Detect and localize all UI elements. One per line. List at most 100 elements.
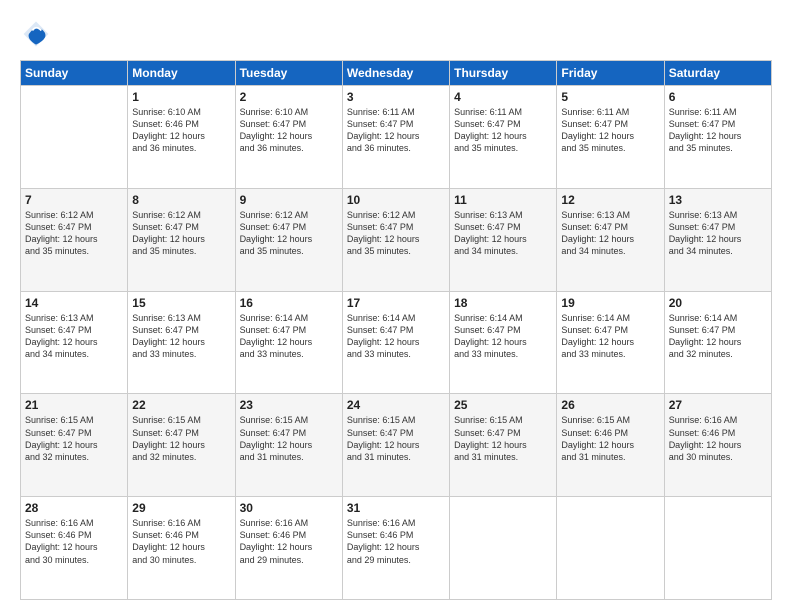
weekday-header-wednesday: Wednesday [342, 61, 449, 86]
week-row-3: 14 Sunrise: 6:13 AM Sunset: 6:47 PM Dayli… [21, 291, 772, 394]
calendar-cell: 4 Sunrise: 6:11 AM Sunset: 6:47 PM Daylig… [450, 86, 557, 189]
cell-info: Sunrise: 6:16 AM Sunset: 6:46 PM Dayligh… [669, 414, 767, 463]
weekday-header-friday: Friday [557, 61, 664, 86]
cell-info: Sunrise: 6:11 AM Sunset: 6:47 PM Dayligh… [561, 106, 659, 155]
day-number: 16 [240, 296, 338, 310]
calendar-cell: 22 Sunrise: 6:15 AM Sunset: 6:47 PM Dayli… [128, 394, 235, 497]
day-number: 6 [669, 90, 767, 104]
day-number: 14 [25, 296, 123, 310]
cell-info: Sunrise: 6:14 AM Sunset: 6:47 PM Dayligh… [347, 312, 445, 361]
calendar-cell: 23 Sunrise: 6:15 AM Sunset: 6:47 PM Dayli… [235, 394, 342, 497]
calendar-cell: 16Sunrise: 6:14 AM Sunset: 6:47 PM Dayli… [235, 291, 342, 394]
calendar-cell: 1Sunrise: 6:10 AM Sunset: 6:46 PM Daylig… [128, 86, 235, 189]
calendar-cell: 21Sunrise: 6:15 AM Sunset: 6:47 PM Dayli… [21, 394, 128, 497]
calendar-cell: 26 Sunrise: 6:15 AM Sunset: 6:46 PM Dayli… [557, 394, 664, 497]
calendar-cell: 10 Sunrise: 6:12 AM Sunset: 6:47 PM Dayli… [342, 188, 449, 291]
day-number: 22 [132, 398, 230, 412]
calendar-cell: 25Sunrise: 6:15 AM Sunset: 6:47 PM Dayli… [450, 394, 557, 497]
cell-info: Sunrise: 6:15 AM Sunset: 6:46 PM Dayligh… [561, 414, 659, 463]
week-row-4: 21 Sunrise: 6:15 AM Sunset: 6:47 PM Dayli… [21, 394, 772, 497]
calendar-cell [21, 86, 128, 189]
day-number: 21 [25, 398, 123, 412]
page-header [20, 18, 772, 50]
day-number: 12 [561, 193, 659, 207]
day-number: 10 [347, 193, 445, 207]
calendar-page: SundayMondayTuesdayWednesdayThursdayFrid… [0, 0, 792, 612]
weekday-header-tuesday: Tuesday [235, 61, 342, 86]
calendar-cell: 6 Sunrise: 6:11 AM Sunset: 6:47 PM Daylig… [664, 86, 771, 189]
day-number: 13 [669, 193, 767, 207]
calendar-cell: 28 Sunrise: 6:16 AM Sunset: 6:46 PM Dayli… [21, 497, 128, 600]
calendar-cell: 17 Sunrise: 6:14 AM Sunset: 6:47 PM Dayli… [342, 291, 449, 394]
day-number: 27 [669, 398, 767, 412]
logo [20, 18, 56, 50]
calendar-cell: 18Sunrise: 6:14 AM Sunset: 6:47 PM Dayli… [450, 291, 557, 394]
day-number: 9 [240, 193, 338, 207]
calendar-cell: 2 Sunrise: 6:10 AM Sunset: 6:47 PM Daylig… [235, 86, 342, 189]
calendar-cell [450, 497, 557, 600]
cell-info: Sunrise: 6:13 AM Sunset: 6:47 PM Dayligh… [132, 312, 230, 361]
day-number: 8 [132, 193, 230, 207]
day-number: 17 [347, 296, 445, 310]
calendar-cell: 11Sunrise: 6:13 AM Sunset: 6:47 PM Dayli… [450, 188, 557, 291]
logo-icon [20, 18, 52, 50]
day-number: 28 [25, 501, 123, 515]
calendar-cell [557, 497, 664, 600]
cell-info: Sunrise: 6:11 AM Sunset: 6:47 PM Dayligh… [454, 106, 552, 155]
cell-info: Sunrise: 6:12 AM Sunset: 6:47 PM Dayligh… [25, 209, 123, 258]
week-row-2: 7 Sunrise: 6:12 AM Sunset: 6:47 PM Daylig… [21, 188, 772, 291]
cell-info: Sunrise: 6:12 AM Sunset: 6:47 PM Dayligh… [347, 209, 445, 258]
day-number: 5 [561, 90, 659, 104]
cell-info: Sunrise: 6:15 AM Sunset: 6:47 PM Dayligh… [240, 414, 338, 463]
day-number: 18 [454, 296, 552, 310]
calendar-cell: 19Sunrise: 6:14 AM Sunset: 6:47 PM Dayli… [557, 291, 664, 394]
calendar-cell: 14 Sunrise: 6:13 AM Sunset: 6:47 PM Dayli… [21, 291, 128, 394]
calendar-cell: 15 Sunrise: 6:13 AM Sunset: 6:47 PM Dayli… [128, 291, 235, 394]
calendar-table: SundayMondayTuesdayWednesdayThursdayFrid… [20, 60, 772, 600]
cell-info: Sunrise: 6:13 AM Sunset: 6:47 PM Dayligh… [561, 209, 659, 258]
weekday-header-row: SundayMondayTuesdayWednesdayThursdayFrid… [21, 61, 772, 86]
cell-info: Sunrise: 6:11 AM Sunset: 6:47 PM Dayligh… [669, 106, 767, 155]
cell-info: Sunrise: 6:12 AM Sunset: 6:47 PM Dayligh… [132, 209, 230, 258]
day-number: 25 [454, 398, 552, 412]
weekday-header-monday: Monday [128, 61, 235, 86]
calendar-cell: 27 Sunrise: 6:16 AM Sunset: 6:46 PM Dayli… [664, 394, 771, 497]
calendar-cell: 8 Sunrise: 6:12 AM Sunset: 6:47 PM Daylig… [128, 188, 235, 291]
weekday-header-saturday: Saturday [664, 61, 771, 86]
weekday-header-sunday: Sunday [21, 61, 128, 86]
cell-info: Sunrise: 6:16 AM Sunset: 6:46 PM Dayligh… [132, 517, 230, 566]
cell-info: Sunrise: 6:13 AM Sunset: 6:47 PM Dayligh… [669, 209, 767, 258]
week-row-5: 28 Sunrise: 6:16 AM Sunset: 6:46 PM Dayli… [21, 497, 772, 600]
calendar-cell: 9 Sunrise: 6:12 AM Sunset: 6:47 PM Daylig… [235, 188, 342, 291]
calendar-cell: 5 Sunrise: 6:11 AM Sunset: 6:47 PM Daylig… [557, 86, 664, 189]
cell-info: Sunrise: 6:11 AM Sunset: 6:47 PM Dayligh… [347, 106, 445, 155]
day-number: 19 [561, 296, 659, 310]
cell-info: Sunrise: 6:12 AM Sunset: 6:47 PM Dayligh… [240, 209, 338, 258]
day-number: 26 [561, 398, 659, 412]
day-number: 7 [25, 193, 123, 207]
day-number: 23 [240, 398, 338, 412]
day-number: 29 [132, 501, 230, 515]
cell-info: Sunrise: 6:14 AM Sunset: 6:47 PM Dayligh… [669, 312, 767, 361]
calendar-cell: 13 Sunrise: 6:13 AM Sunset: 6:47 PM Dayli… [664, 188, 771, 291]
cell-info: Sunrise: 6:13 AM Sunset: 6:47 PM Dayligh… [454, 209, 552, 258]
cell-info: Sunrise: 6:16 AM Sunset: 6:46 PM Dayligh… [347, 517, 445, 566]
day-number: 15 [132, 296, 230, 310]
calendar-cell: 29 Sunrise: 6:16 AM Sunset: 6:46 PM Dayli… [128, 497, 235, 600]
day-number: 4 [454, 90, 552, 104]
week-row-1: 1Sunrise: 6:10 AM Sunset: 6:46 PM Daylig… [21, 86, 772, 189]
day-number: 3 [347, 90, 445, 104]
calendar-cell [664, 497, 771, 600]
day-number: 24 [347, 398, 445, 412]
calendar-cell: 31 Sunrise: 6:16 AM Sunset: 6:46 PM Dayli… [342, 497, 449, 600]
calendar-cell: 24Sunrise: 6:15 AM Sunset: 6:47 PM Dayli… [342, 394, 449, 497]
day-number: 30 [240, 501, 338, 515]
cell-info: Sunrise: 6:13 AM Sunset: 6:47 PM Dayligh… [25, 312, 123, 361]
cell-info: Sunrise: 6:15 AM Sunset: 6:47 PM Dayligh… [132, 414, 230, 463]
calendar-cell: 3 Sunrise: 6:11 AM Sunset: 6:47 PM Daylig… [342, 86, 449, 189]
cell-info: Sunrise: 6:10 AM Sunset: 6:47 PM Dayligh… [240, 106, 338, 155]
day-number: 31 [347, 501, 445, 515]
day-number: 2 [240, 90, 338, 104]
day-number: 20 [669, 296, 767, 310]
cell-info: Sunrise: 6:16 AM Sunset: 6:46 PM Dayligh… [25, 517, 123, 566]
